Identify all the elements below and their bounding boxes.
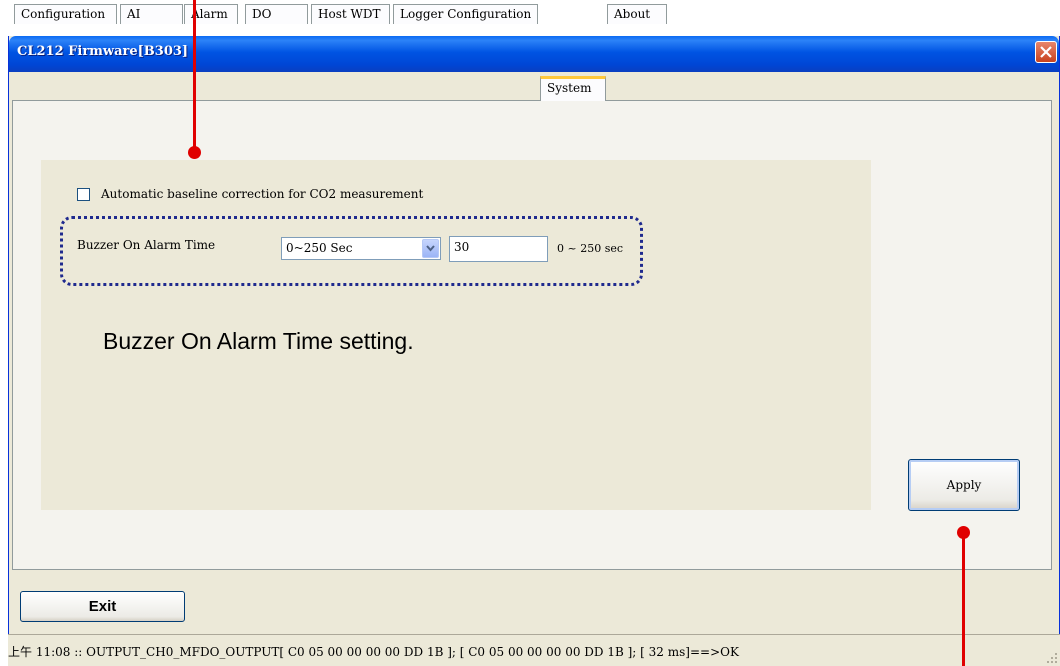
- tab-ai[interactable]: AI: [120, 4, 183, 24]
- callout-line-top: [193, 0, 196, 150]
- buzzer-unit-select[interactable]: 0~250 Sec: [281, 237, 441, 260]
- buzzer-label: Buzzer On Alarm Time: [77, 238, 216, 252]
- buzzer-range-label: 0 ~ 250 sec: [557, 242, 624, 255]
- tab-host-wdt[interactable]: Host WDT: [311, 4, 390, 24]
- baseline-correction-checkbox[interactable]: [77, 188, 90, 201]
- chevron-down-icon: [426, 245, 435, 252]
- buzzer-unit-value: 0~250 Sec: [286, 241, 353, 255]
- resize-grip-icon[interactable]: [1046, 652, 1058, 664]
- apply-button[interactable]: Apply: [908, 459, 1020, 511]
- callout-dot-top: [188, 146, 201, 159]
- dropdown-button[interactable]: [422, 239, 439, 258]
- annotation-caption: Buzzer On Alarm Time setting.: [103, 328, 414, 354]
- exit-button[interactable]: Exit: [20, 591, 185, 622]
- status-bar: 上午 11:08 :: OUTPUT_CH0_MFDO_OUTPUT[ C0 0…: [8, 634, 1060, 666]
- tab-configuration[interactable]: Configuration: [14, 4, 117, 24]
- tab-system[interactable]: System: [540, 76, 606, 101]
- baseline-correction-label: Automatic baseline correction for CO2 me…: [101, 187, 424, 201]
- callout-line-bottom: [962, 532, 965, 666]
- status-text: 上午 11:08 :: OUTPUT_CH0_MFDO_OUTPUT[ C0 0…: [8, 645, 739, 659]
- tab-logger-configuration[interactable]: Logger Configuration: [393, 4, 538, 24]
- close-button[interactable]: [1035, 41, 1057, 63]
- buzzer-time-input[interactable]: 30: [449, 236, 548, 262]
- close-icon: [1040, 46, 1052, 58]
- window-title: CL212 Firmware[B303]: [17, 44, 189, 59]
- tab-do[interactable]: DO: [245, 4, 308, 24]
- title-bar[interactable]: CL212 Firmware[B303]: [9, 36, 1059, 72]
- tab-about[interactable]: About: [607, 4, 667, 24]
